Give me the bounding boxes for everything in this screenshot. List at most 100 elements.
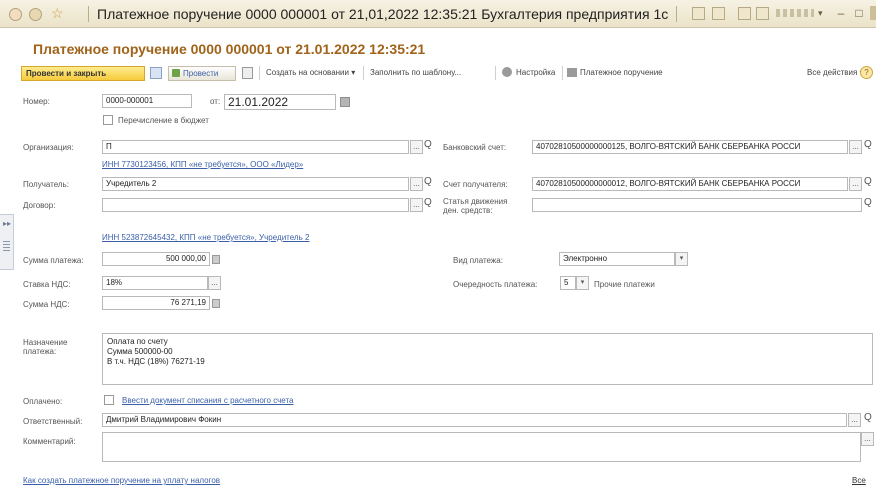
payment-sum-label: Сумма платежа:: [23, 256, 84, 265]
purpose-label-line2: платежа:: [23, 347, 57, 356]
responsible-select-button[interactable]: ...: [848, 413, 861, 427]
organization-field[interactable]: П: [102, 140, 409, 154]
print-icon[interactable]: [756, 7, 769, 20]
vat-sum-label: Сумма НДС:: [23, 300, 70, 309]
toolbar-divider: [495, 66, 496, 80]
minimize-button[interactable]: –: [834, 6, 848, 20]
vat-rate-field[interactable]: 18%: [102, 276, 208, 290]
responsible-search-icon[interactable]: Q: [864, 412, 872, 423]
cashflow-search-icon[interactable]: Q: [864, 197, 872, 208]
paid-checkbox[interactable]: [104, 395, 114, 405]
save-icon[interactable]: [150, 67, 162, 79]
responsible-field[interactable]: Дмитрий Владимирович Фокин: [102, 413, 847, 427]
payment-sum-field[interactable]: 500 000,00: [102, 252, 210, 266]
post-icon: [172, 69, 180, 77]
expand-icon: ▸▸: [3, 219, 12, 228]
bank-account-field[interactable]: 40702810500000000125, ВОЛГО-ВЯТСКИЙ БАНК…: [532, 140, 848, 154]
recipient-account-select-button[interactable]: ...: [849, 177, 862, 191]
payment-purpose-textarea[interactable]: Оплата по счету Сумма 500000-00 В т.ч. Н…: [102, 333, 873, 385]
contract-label: Договор:: [23, 201, 56, 210]
recipient-field[interactable]: Учредитель 2: [102, 177, 409, 191]
paid-label: Оплачено:: [23, 397, 63, 406]
organization-search-icon[interactable]: Q: [424, 139, 432, 150]
calculator-icon[interactable]: [212, 299, 220, 308]
create-writeoff-link[interactable]: Ввести документ списания с расчетного сч…: [122, 396, 293, 405]
vat-rate-select-button[interactable]: ...: [208, 276, 221, 290]
vat-rate-label: Ставка НДС:: [23, 280, 71, 289]
purpose-line: Сумма 500000-00: [107, 347, 173, 356]
purpose-line: Оплата по счету: [107, 337, 168, 346]
cashflow-label-line2: ден. средств:: [443, 206, 493, 215]
recipient-account-search-icon[interactable]: Q: [864, 176, 872, 187]
calculator-icon[interactable]: [212, 255, 220, 264]
maximize-button[interactable]: □: [852, 6, 866, 20]
comment-edit-button[interactable]: ...: [861, 432, 874, 446]
payment-type-dropdown-icon[interactable]: ▾: [675, 252, 688, 266]
bank-account-label: Банковский счет:: [443, 143, 507, 152]
priority-dropdown-icon[interactable]: ▾: [576, 276, 589, 290]
post-button[interactable]: Провести: [168, 66, 236, 81]
bank-account-search-icon[interactable]: Q: [864, 139, 872, 150]
budget-transfer-checkbox[interactable]: [103, 115, 113, 125]
recipient-search-icon[interactable]: Q: [424, 176, 432, 187]
toolbar-divider: [562, 66, 563, 80]
dropdown-icon[interactable]: ▾: [818, 8, 823, 19]
payment-type-select[interactable]: Электронно: [559, 252, 675, 266]
cashflow-item-field[interactable]: [532, 198, 862, 212]
settings-button[interactable]: Настройка: [516, 68, 555, 77]
side-panel-toggle[interactable]: ▸▸: [0, 214, 14, 270]
back-icon[interactable]: [29, 8, 42, 21]
bank-account-select-button[interactable]: ...: [849, 140, 862, 154]
recipient-account-field[interactable]: 40702810500000000012, ВОЛГО-ВЯТСКИЙ БАНК…: [532, 177, 848, 191]
payment-order-print-button[interactable]: Платежное поручение: [580, 68, 663, 77]
cashflow-label-line1: Статья движения: [443, 197, 508, 206]
post-and-close-button[interactable]: Провести и закрыть: [21, 66, 145, 81]
toolbar-divider: [259, 66, 260, 80]
window-titlebar: ☆ Платежное поручение 0000 000001 от 21,…: [0, 0, 876, 28]
number-field[interactable]: 0000-000001: [102, 94, 192, 108]
comment-label: Комментарий:: [23, 437, 76, 446]
recipient-account-label: Счет получателя:: [443, 180, 508, 189]
organization-select-button[interactable]: ...: [410, 140, 423, 154]
date-label: от:: [210, 97, 221, 106]
organization-label: Организация:: [23, 143, 74, 152]
date-field[interactable]: 21.01.2022: [224, 94, 336, 110]
copy-icon[interactable]: [738, 7, 751, 20]
comment-textarea[interactable]: [102, 432, 861, 462]
help-link-tax-payment[interactable]: Как создать платежное поручение на уплат…: [23, 476, 220, 485]
titlebar-divider: [88, 6, 89, 22]
link-icon[interactable]: [692, 7, 705, 20]
organization-inn-link[interactable]: ИНН 7730123456, КПП «не требуется», ООО …: [102, 160, 303, 169]
contract-field[interactable]: [102, 198, 409, 212]
recipient-select-button[interactable]: ...: [410, 177, 423, 191]
help-button[interactable]: ?: [860, 66, 873, 79]
journal-icon[interactable]: [242, 67, 253, 79]
payment-priority-select[interactable]: 5: [560, 276, 576, 290]
all-link[interactable]: Все: [852, 476, 866, 485]
purpose-label-line1: Назначение: [23, 338, 68, 347]
contract-select-button[interactable]: ...: [410, 198, 423, 212]
close-button-edge[interactable]: [870, 6, 876, 20]
contract-search-icon[interactable]: Q: [424, 197, 432, 208]
payment-priority-text: Прочие платежи: [594, 280, 655, 289]
create-based-on-menu[interactable]: Создать на основании ▾: [266, 68, 355, 77]
budget-transfer-label: Перечисление в бюджет: [118, 116, 209, 125]
favorite-star-icon[interactable]: ☆: [51, 5, 64, 22]
printer-icon[interactable]: [567, 68, 577, 77]
purpose-line: В т.ч. НДС (18%) 76271-19: [107, 357, 205, 366]
memory-buttons-icon[interactable]: [776, 9, 814, 17]
app-menu-icon[interactable]: [9, 8, 22, 21]
info-icon[interactable]: [712, 7, 725, 20]
menu-icon: [3, 241, 10, 251]
all-actions-menu[interactable]: Все действия ▾: [807, 68, 864, 77]
recipient-inn-link[interactable]: ИНН 523872645432, КПП «не требуется», Уч…: [102, 233, 309, 242]
payment-priority-label: Очередность платежа:: [453, 280, 538, 289]
vat-sum-field[interactable]: 76 271,19: [102, 296, 210, 310]
number-label: Номер:: [23, 97, 50, 106]
gear-icon[interactable]: [502, 67, 512, 77]
post-button-label: Провести: [183, 69, 219, 78]
toolbar-divider: [363, 66, 364, 80]
fill-by-template-button[interactable]: Заполнить по шаблону...: [370, 68, 461, 77]
payment-type-label: Вид платежа:: [453, 256, 503, 265]
calendar-icon[interactable]: [340, 97, 350, 107]
